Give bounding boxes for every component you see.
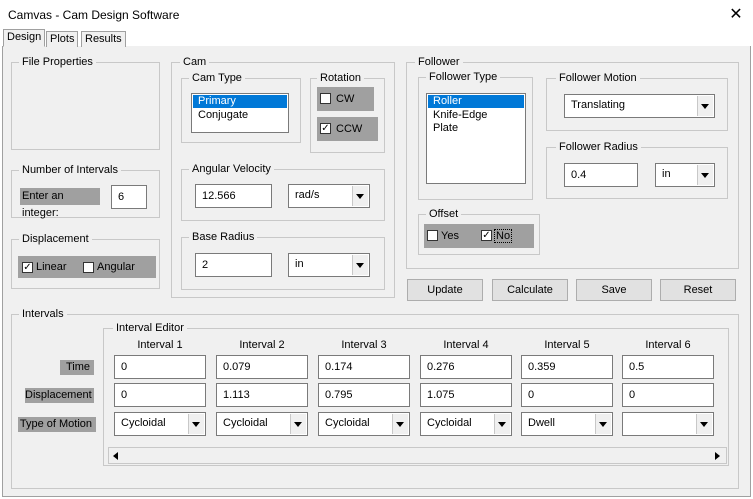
interval-motion-value: Cycloidal xyxy=(427,417,472,429)
interval-header: Interval 5 xyxy=(544,339,590,351)
interval-motion-value: Dwell xyxy=(528,417,555,429)
cw-checkbox[interactable] xyxy=(320,93,331,104)
window-title: Camvas - Cam Design Software xyxy=(8,8,180,22)
interval-motion-select[interactable]: Cycloidal xyxy=(114,412,206,436)
interval-displacement-input[interactable]: 0 xyxy=(114,383,206,407)
ccw-label: CCW xyxy=(336,123,363,135)
interval-motion-value: Cycloidal xyxy=(223,417,268,429)
integer-prompt: Enter an integer: xyxy=(20,188,100,219)
rotation-label: Rotation xyxy=(317,72,364,84)
offset-no-label: No xyxy=(494,229,513,243)
cam-type-primary[interactable]: Primary xyxy=(193,95,287,108)
follower-type-plate[interactable]: Plate xyxy=(427,122,525,135)
interval-motion-select[interactable] xyxy=(622,412,714,436)
offset-yes-label: Yes xyxy=(441,230,459,242)
interval-motion-select[interactable]: Dwell xyxy=(521,412,613,436)
interval-time-input[interactable]: 0.276 xyxy=(420,355,512,379)
chevron-down-icon[interactable] xyxy=(697,96,713,116)
interval-time-input[interactable]: 0.079 xyxy=(216,355,308,379)
tab-results[interactable]: Results xyxy=(81,31,126,47)
cw-label: CW xyxy=(336,93,355,105)
chevron-down-icon[interactable] xyxy=(392,414,408,434)
close-button[interactable]: ✕ xyxy=(722,3,750,27)
interval-displacement-input[interactable]: 1.075 xyxy=(420,383,512,407)
cam-type-label: Cam Type xyxy=(189,72,245,84)
interval-motion-value: Cycloidal xyxy=(325,417,370,429)
interval-displacement-input[interactable]: 0 xyxy=(521,383,613,407)
chevron-down-icon[interactable] xyxy=(595,414,611,434)
calculate-button[interactable]: Calculate xyxy=(492,279,568,301)
tab-design[interactable]: Design xyxy=(3,29,46,47)
interval-displacement-input[interactable]: 0.795 xyxy=(318,383,410,407)
save-button[interactable]: Save xyxy=(576,279,652,301)
update-button[interactable]: Update xyxy=(407,279,483,301)
interval-displacement-input[interactable]: 1.113 xyxy=(216,383,308,407)
follower-type-roller[interactable]: Roller xyxy=(428,95,524,108)
chevron-down-icon[interactable] xyxy=(290,414,306,434)
displacement-label: Displacement xyxy=(19,233,92,245)
interval-motion-select[interactable]: Cycloidal xyxy=(420,412,512,436)
offset-label: Offset xyxy=(426,208,462,220)
angular-velocity-unit-select[interactable]: rad/s xyxy=(288,184,370,208)
interval-motion-select[interactable]: Cycloidal xyxy=(318,412,410,436)
interval-time-input[interactable]: 0.174 xyxy=(318,355,410,379)
interval-header: Interval 3 xyxy=(341,339,387,351)
file-properties-label: File Properties xyxy=(19,56,96,68)
file-properties-group xyxy=(11,62,160,150)
cam-label: Cam xyxy=(180,56,210,68)
chevron-down-icon[interactable] xyxy=(696,414,712,434)
scroll-right-icon[interactable] xyxy=(715,452,720,460)
chevron-down-icon[interactable] xyxy=(188,414,204,434)
chevron-down-icon[interactable] xyxy=(697,165,713,185)
interval-header: Interval 1 xyxy=(137,339,183,351)
scroll-left-icon[interactable] xyxy=(113,452,118,460)
ccw-checkbox[interactable]: ✓ xyxy=(320,123,331,134)
linear-label: Linear xyxy=(36,261,67,273)
angular-checkbox[interactable] xyxy=(83,262,94,273)
displacement-row-label: Displacement xyxy=(25,388,94,403)
interval-header: Interval 2 xyxy=(239,339,285,351)
interval-editor-label: Interval Editor xyxy=(113,322,187,334)
interval-header: Interval 4 xyxy=(443,339,489,351)
intervals-label: Intervals xyxy=(19,308,67,320)
interval-time-input[interactable]: 0.359 xyxy=(521,355,613,379)
follower-type-list[interactable]: Roller Knife-Edge Plate xyxy=(426,93,526,184)
base-radius-input[interactable]: 2 xyxy=(195,253,272,277)
follower-type-label: Follower Type xyxy=(426,71,501,83)
number-of-intervals-label: Number of Intervals xyxy=(19,164,121,176)
follower-radius-input[interactable]: 0.4 xyxy=(564,163,638,187)
angular-label: Angular xyxy=(97,261,135,273)
follower-radius-unit-select[interactable]: in xyxy=(655,163,715,187)
chevron-down-icon[interactable] xyxy=(494,414,510,434)
cam-type-conjugate[interactable]: Conjugate xyxy=(192,109,288,122)
cam-type-list[interactable]: Primary Conjugate xyxy=(191,93,289,133)
follower-motion-select[interactable]: Translating xyxy=(564,94,715,118)
follower-radius-label: Follower Radius xyxy=(556,141,641,153)
close-icon: ✕ xyxy=(729,6,743,23)
interval-motion-select[interactable]: Cycloidal xyxy=(216,412,308,436)
angular-velocity-input[interactable]: 12.566 xyxy=(195,184,272,208)
base-radius-unit-select[interactable]: in xyxy=(288,253,370,277)
follower-type-knife-edge[interactable]: Knife-Edge xyxy=(427,109,525,122)
chevron-down-icon[interactable] xyxy=(352,255,368,275)
base-radius-label: Base Radius xyxy=(189,231,258,243)
motion-row-label: Type of Motion xyxy=(18,417,96,432)
linear-checkbox[interactable]: ✓ xyxy=(22,262,33,273)
intervals-count-input[interactable]: 6 xyxy=(111,185,147,209)
tab-plots[interactable]: Plots xyxy=(46,31,79,47)
offset-no-checkbox[interactable]: ✓ xyxy=(481,230,492,241)
interval-time-input[interactable]: 0.5 xyxy=(622,355,714,379)
angular-velocity-label: Angular Velocity xyxy=(189,163,274,175)
horizontal-scrollbar[interactable] xyxy=(108,447,727,464)
reset-button[interactable]: Reset xyxy=(660,279,736,301)
interval-header: Interval 6 xyxy=(645,339,691,351)
offset-yes-checkbox[interactable] xyxy=(427,230,438,241)
follower-label: Follower xyxy=(415,56,463,68)
interval-time-input[interactable]: 0 xyxy=(114,355,206,379)
interval-displacement-input[interactable]: 0 xyxy=(622,383,714,407)
follower-motion-label: Follower Motion xyxy=(556,72,640,84)
chevron-down-icon[interactable] xyxy=(352,186,368,206)
interval-motion-value: Cycloidal xyxy=(121,417,166,429)
time-row-label: Time xyxy=(60,360,94,375)
